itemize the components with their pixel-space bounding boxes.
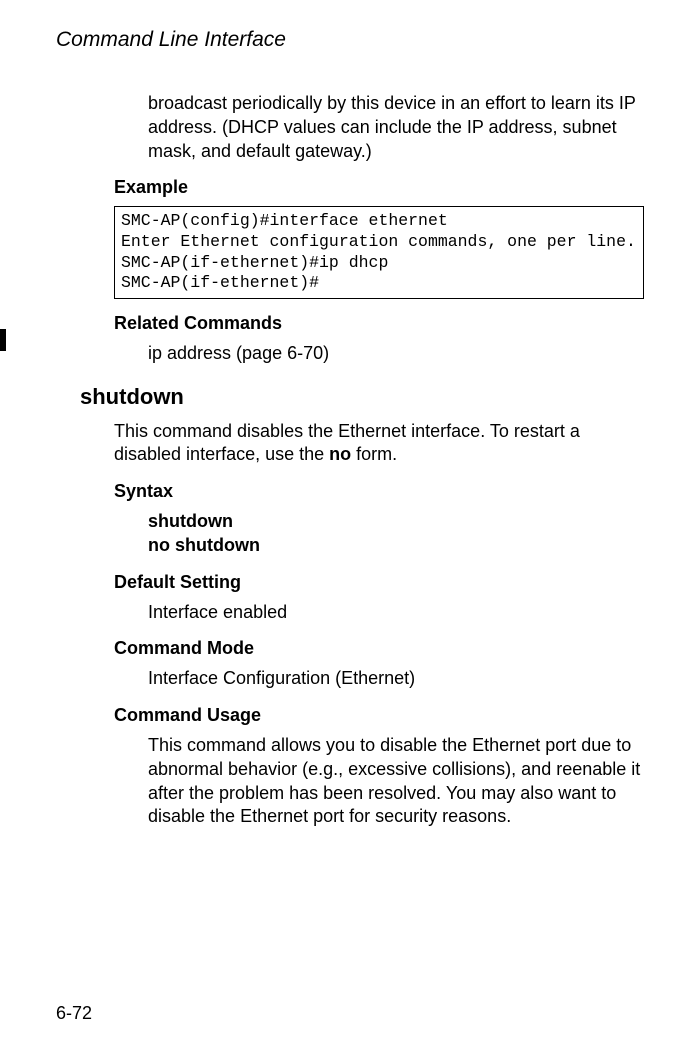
- page-header-title: Command Line Interface: [56, 28, 644, 52]
- syntax-line2: no shutdown: [148, 535, 260, 555]
- page-number: 6-72: [56, 1003, 92, 1024]
- syntax-line1: shutdown: [148, 511, 233, 531]
- intro-paragraph: broadcast periodically by this device in…: [148, 92, 644, 163]
- default-setting-label: Default Setting: [114, 572, 644, 593]
- command-mode-text: Interface Configuration (Ethernet): [148, 667, 644, 691]
- syntax-label: Syntax: [114, 481, 644, 502]
- syntax-lines: shutdown no shutdown: [148, 510, 644, 558]
- related-commands-label: Related Commands: [114, 313, 644, 334]
- command-usage-label: Command Usage: [114, 705, 644, 726]
- command-name-heading: shutdown: [80, 384, 644, 410]
- command-description-post: form.: [351, 444, 397, 464]
- command-description: This command disables the Ethernet inter…: [114, 420, 644, 468]
- command-mode-label: Command Mode: [114, 638, 644, 659]
- command-usage-text: This command allows you to disable the E…: [148, 734, 644, 829]
- example-label: Example: [114, 177, 644, 198]
- example-code-block: SMC-AP(config)#interface ethernet Enter …: [114, 206, 644, 299]
- change-bar-icon: [0, 329, 6, 351]
- related-commands-text: ip address (page 6-70): [148, 342, 644, 366]
- default-setting-text: Interface enabled: [148, 601, 644, 625]
- command-description-bold: no: [329, 444, 351, 464]
